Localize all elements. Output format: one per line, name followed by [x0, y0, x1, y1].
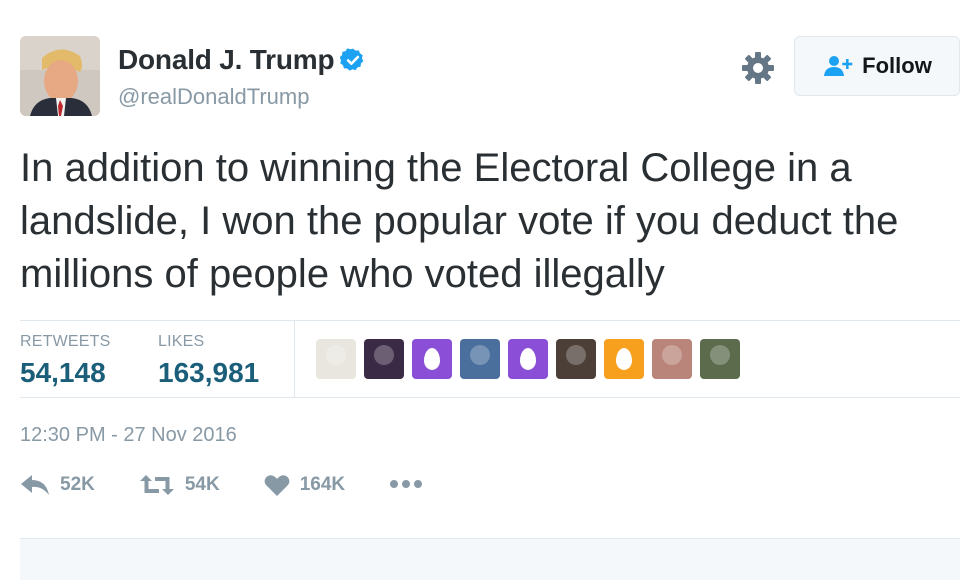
egg-icon [424, 348, 440, 370]
more-dots-icon [390, 480, 423, 488]
tweet-timestamp[interactable]: 12:30 PM - 27 Nov 2016 [20, 424, 237, 447]
reply-icon [21, 475, 49, 495]
likes-label: LIKES [158, 333, 205, 350]
user-name-row: Donald J. Trump [118, 44, 366, 76]
avatar-photo-shape [710, 345, 730, 365]
liker-avatar[interactable] [316, 339, 356, 379]
display-name[interactable]: Donald J. Trump [118, 44, 335, 76]
verified-badge-icon [340, 48, 364, 71]
heart-icon [264, 475, 290, 496]
tweet-text: In addition to winning the Electoral Col… [20, 146, 899, 296]
reply-count: 52K [60, 474, 95, 495]
reply-panel [20, 538, 960, 580]
retweets-count: 54,148 [20, 357, 106, 388]
retweets-label: RETWEETS [20, 333, 111, 350]
retweet-icon [139, 475, 174, 495]
user-handle[interactable]: @realDonaldTrump [118, 84, 309, 110]
like-button[interactable]: 164K [264, 474, 345, 496]
avatar-photo-shape [662, 345, 682, 365]
likes-stat[interactable]: LIKES 163,981 [158, 333, 259, 389]
default-egg-avatar[interactable] [604, 339, 644, 379]
likes-count: 163,981 [158, 357, 260, 388]
default-egg-avatar[interactable] [508, 339, 548, 379]
liker-avatar[interactable] [652, 339, 692, 379]
more-options-button[interactable] [389, 476, 423, 494]
egg-icon [520, 348, 536, 370]
default-egg-avatar[interactable] [412, 339, 452, 379]
liker-avatar[interactable] [460, 339, 500, 379]
follow-label: Follow [862, 53, 932, 78]
avatar-photo-shape [470, 345, 490, 365]
liker-avatars [316, 339, 748, 379]
avatar[interactable] [20, 36, 100, 116]
avatar-photo-shape [326, 345, 346, 365]
add-user-icon [824, 56, 853, 76]
liker-avatar[interactable] [364, 339, 404, 379]
like-count: 164K [299, 474, 346, 495]
stats-divider [294, 321, 295, 398]
tweet-stats: RETWEETS 54,148 LIKES 163,981 [20, 320, 960, 398]
avatar-photo-shape [566, 345, 586, 365]
follow-button[interactable]: Follow [794, 36, 960, 96]
gear-icon[interactable] [738, 48, 778, 88]
retweets-stat[interactable]: RETWEETS 54,148 [20, 333, 111, 389]
retweet-button[interactable]: 54K [139, 474, 220, 496]
tweet-actions: 52K 54K 164K [20, 474, 423, 496]
retweet-count: 54K [184, 474, 220, 495]
avatar-photo-shape [374, 345, 394, 365]
reply-button[interactable]: 52K [20, 474, 95, 496]
profile-photo [20, 36, 100, 116]
liker-avatar[interactable] [556, 339, 596, 379]
egg-icon [616, 348, 632, 370]
liker-avatar[interactable] [700, 339, 740, 379]
